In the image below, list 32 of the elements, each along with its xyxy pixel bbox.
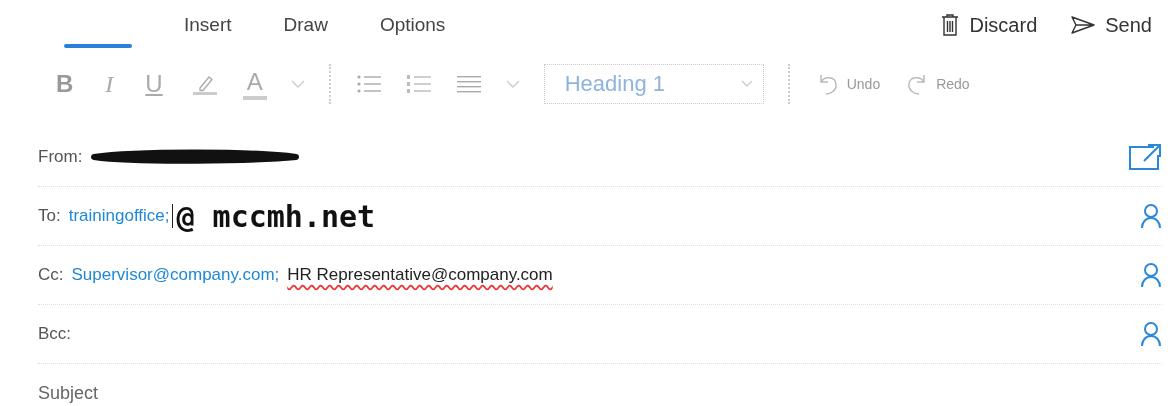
handwritten-note: @ mccmh.net [176,198,376,234]
field-label: Cc: [38,265,64,285]
italic-button[interactable]: I [101,70,118,98]
bold-button[interactable]: B [52,70,78,98]
chevron-down-icon[interactable] [290,79,305,89]
align-icon[interactable] [455,73,482,95]
send-icon [1071,16,1096,34]
recipient-name[interactable]: trainingoffice; [68,206,170,226]
ribbon-tab[interactable]: Options [379,0,446,50]
person-icon[interactable] [1140,262,1162,288]
chevron-down-icon[interactable] [505,79,520,89]
numbered-list-icon[interactable] [405,73,432,95]
field-label: From: [38,147,83,167]
discard-button[interactable]: Discard [941,13,1038,37]
recipient-name[interactable]: Supervisor@company.com; [71,265,280,285]
trash-icon [941,14,960,36]
redo-button[interactable]: Redo [904,71,970,97]
ribbon-tab[interactable]: Draw [283,0,328,50]
undo-button[interactable]: Undo [814,71,881,97]
underline-button[interactable]: U [141,70,167,98]
send-button[interactable]: Send [1071,13,1152,37]
field-label: Bcc: [38,324,72,344]
person-icon[interactable] [1140,203,1162,229]
style-dropdown[interactable]: Heading 1 [543,64,764,104]
recipient-name[interactable]: HR Representative@company.com [287,265,553,285]
chevron-down-icon [740,80,753,88]
bullet-list-icon[interactable] [355,73,382,95]
font-color-button[interactable]: A [242,68,267,100]
ribbon-tab[interactable]: Insert [184,0,232,50]
pop-out-icon[interactable] [1128,143,1162,171]
field-label: To: [38,206,61,226]
person-icon[interactable] [1140,321,1162,347]
